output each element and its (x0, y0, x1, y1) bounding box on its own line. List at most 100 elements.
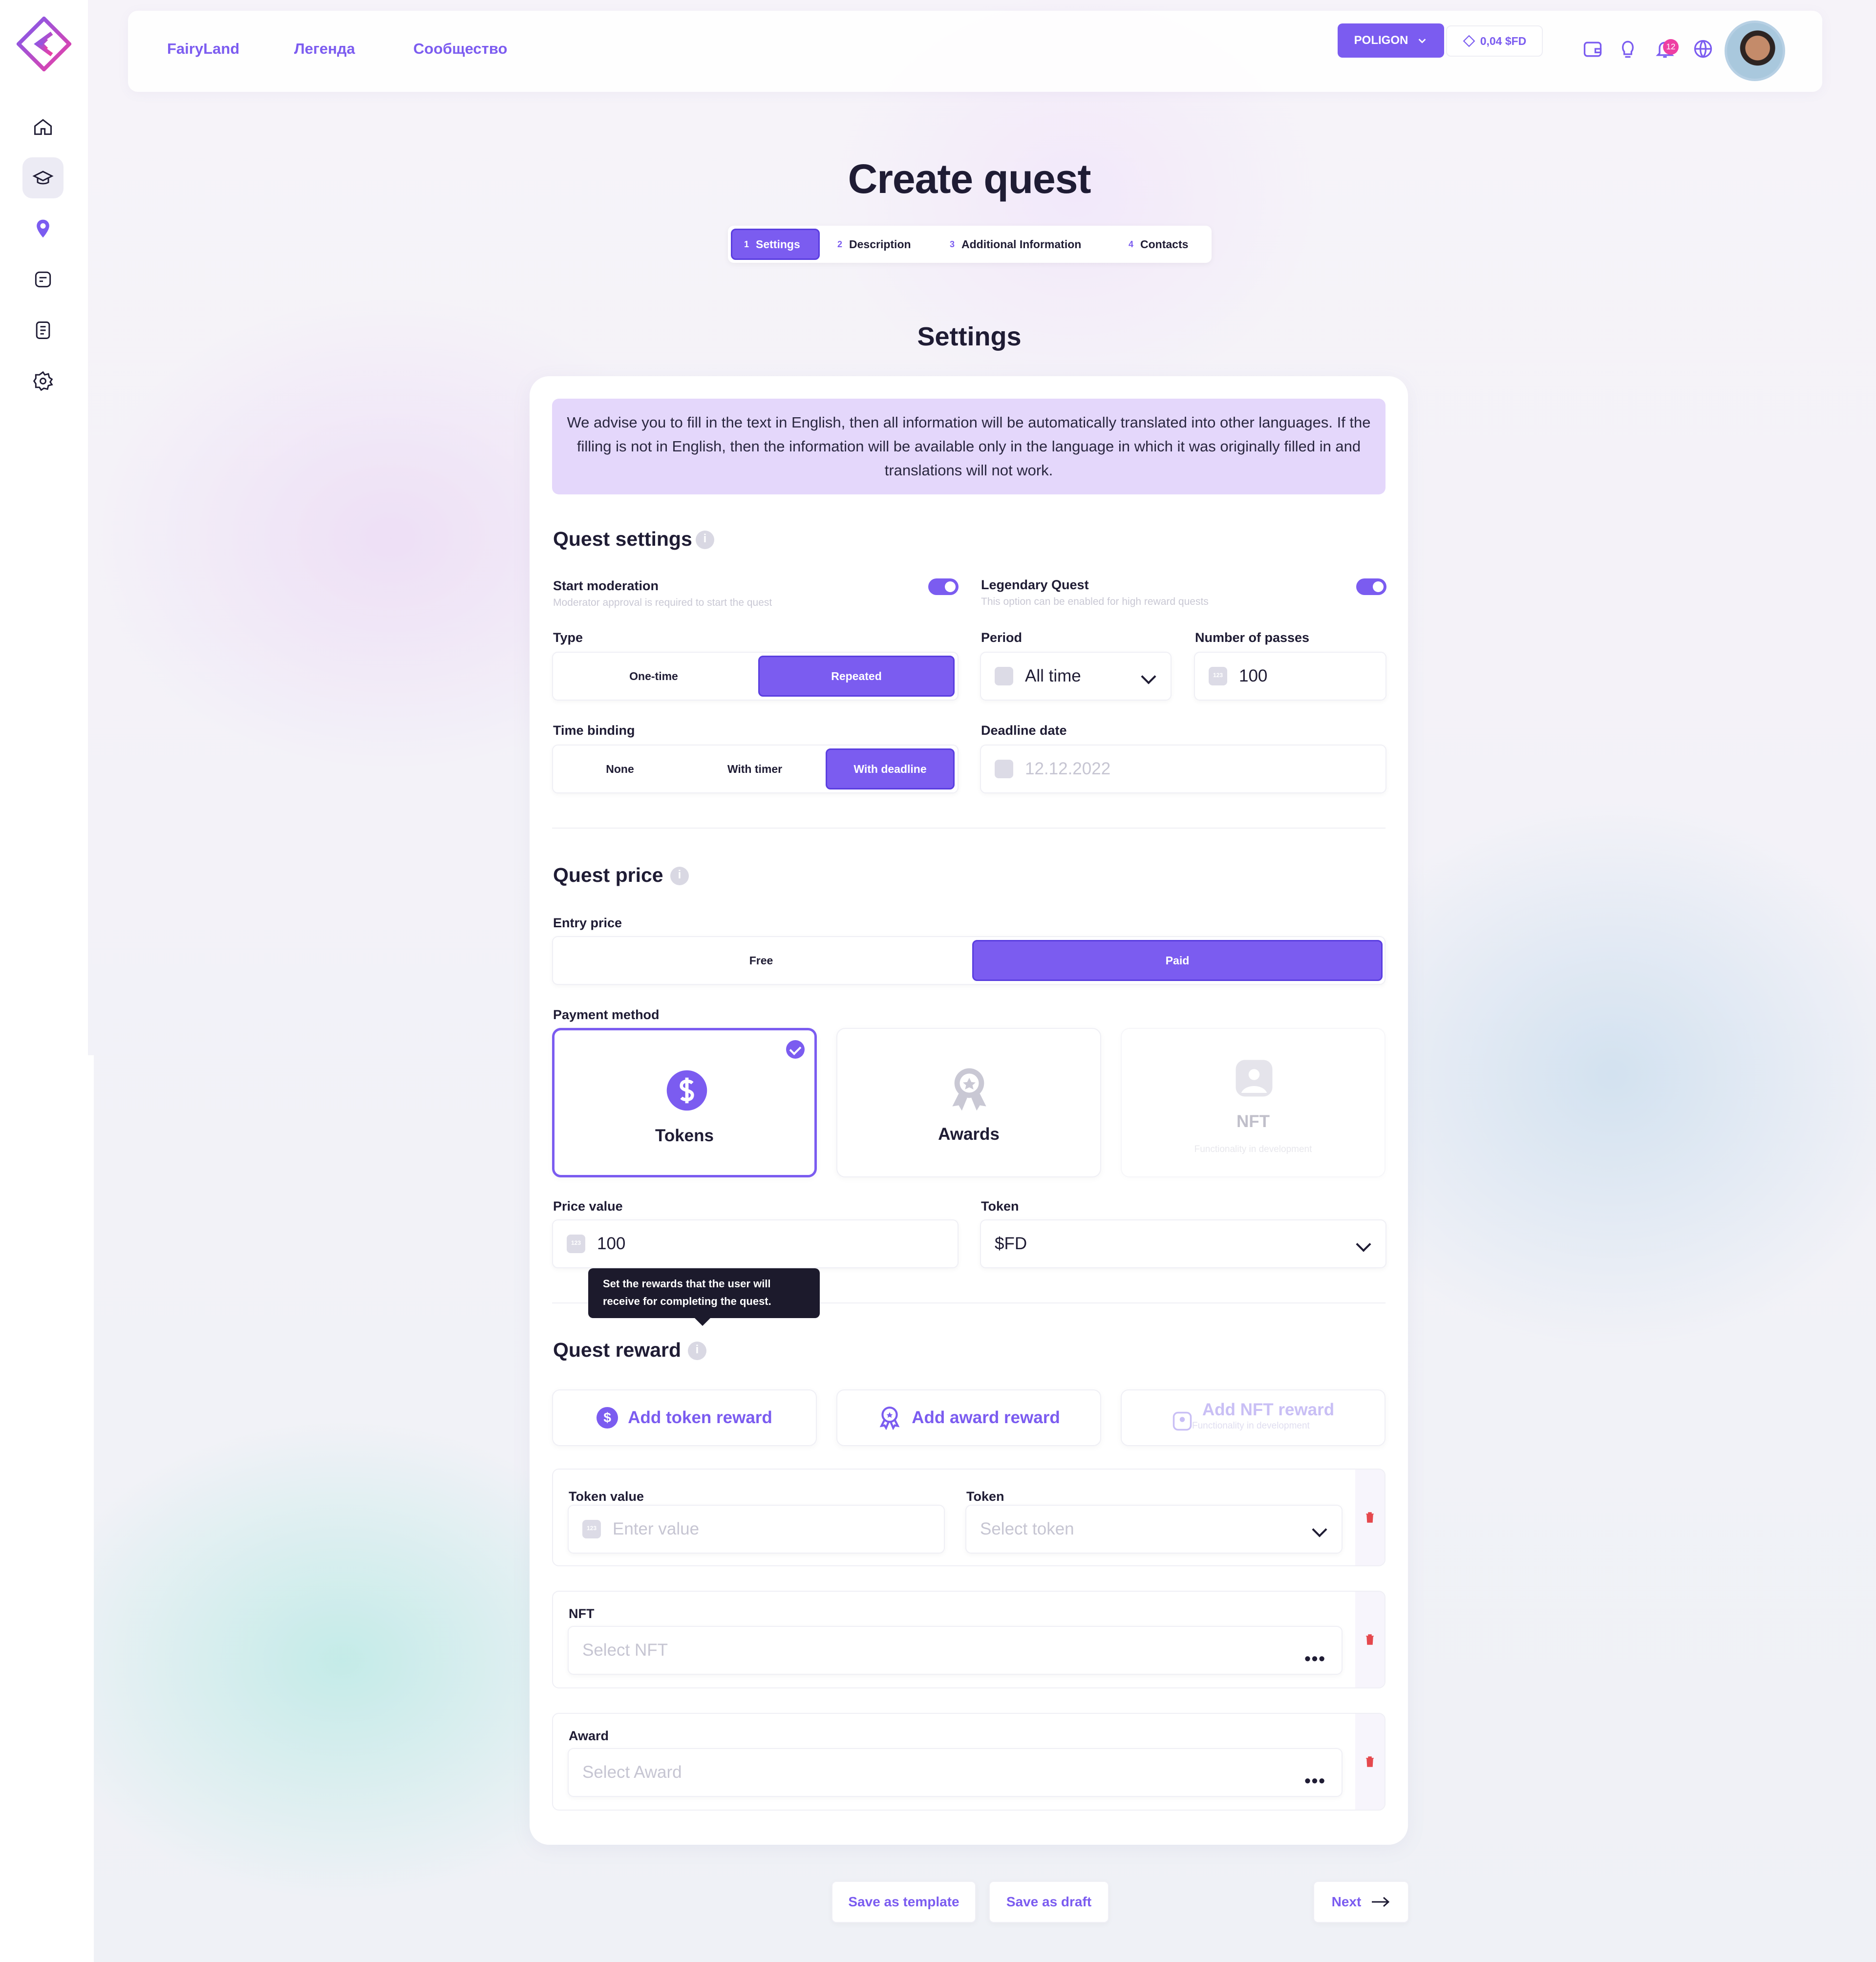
payment-tokens[interactable]: Tokens (552, 1028, 817, 1177)
globe-icon[interactable] (1692, 38, 1714, 60)
divider (552, 828, 1386, 829)
nav-fairyland[interactable]: FairyLand (167, 40, 239, 58)
reward-tooltip: Set the rewards that the user will recei… (588, 1268, 820, 1326)
quest-icon (35, 271, 51, 288)
tab-description[interactable]: 2 Description (826, 229, 923, 260)
token-value-label: Token value (569, 1489, 644, 1504)
period-select[interactable]: All time (980, 652, 1172, 701)
add-token-reward-button[interactable]: $ Add token reward (552, 1389, 817, 1446)
price-value-input[interactable]: 100 (552, 1219, 959, 1268)
save-draft-button[interactable]: Save as draft (989, 1881, 1109, 1923)
award-label: Award (569, 1728, 609, 1743)
passes-input[interactable]: 100 (1194, 652, 1386, 701)
delete-nft-reward[interactable] (1355, 1592, 1385, 1687)
time-binding-deadline[interactable]: With deadline (826, 748, 955, 789)
top-header: FairyLand Легенда Сообщество (128, 11, 1822, 92)
payment-nft-label: NFT (1236, 1112, 1270, 1131)
number-icon (582, 1520, 601, 1538)
add-award-reward-button[interactable]: Add award reward (836, 1389, 1101, 1446)
entry-price-free[interactable]: Free (556, 940, 966, 981)
deadline-input[interactable]: 12.12.2022 (980, 745, 1386, 793)
payment-nft-sub: Functionality in development (1194, 1144, 1312, 1154)
lightbulb-icon[interactable] (1617, 38, 1639, 60)
sidebar-map[interactable] (22, 208, 64, 249)
period-value: All time (1025, 666, 1081, 685)
legendary-quest-toggle[interactable] (1356, 578, 1386, 595)
info-icon[interactable] (688, 1342, 706, 1360)
network-label: POLIGON (1354, 34, 1408, 47)
nav-community[interactable]: Сообщество (413, 40, 507, 58)
type-label: Type (553, 630, 583, 645)
start-moderation-hint: Moderator approval is required to start … (553, 597, 772, 608)
time-binding-none[interactable]: None (556, 748, 684, 789)
info-icon[interactable] (670, 867, 689, 885)
tab-contacts[interactable]: 4 Contacts (1117, 229, 1200, 260)
step-number: 3 (950, 239, 955, 249)
price-value: 100 (597, 1234, 626, 1253)
image-icon (1172, 1411, 1192, 1431)
type-one-time[interactable]: One-time (556, 656, 751, 697)
period-label: Period (981, 630, 1023, 645)
sidebar-settings[interactable] (22, 361, 64, 402)
sidebar-quests[interactable] (22, 259, 64, 300)
token-value-placeholder: Enter value (613, 1519, 700, 1538)
step-number: 2 (837, 239, 843, 249)
start-moderation-label: Start moderation (553, 578, 659, 593)
number-icon (567, 1235, 585, 1253)
quest-reward-title: Quest reward (553, 1339, 682, 1361)
network-select[interactable]: POLIGON (1338, 23, 1444, 58)
step-tabs: 1 Settings 2 Description 3 Additional In… (728, 226, 1212, 263)
deadline-placeholder: 12.12.2022 (1025, 759, 1111, 778)
section-title: Settings (917, 322, 1022, 351)
step-number: 4 (1129, 239, 1134, 249)
chevron-down-icon (1418, 39, 1426, 43)
tab-additional-information[interactable]: 3 Additional Information (938, 229, 1093, 260)
entry-price-segmented: Free Paid (552, 936, 1386, 985)
nav-legend[interactable]: Легенда (294, 40, 355, 58)
entry-price-paid[interactable]: Paid (972, 940, 1383, 981)
token-select[interactable]: $FD (980, 1219, 1386, 1268)
type-repeated[interactable]: Repeated (758, 656, 955, 697)
award-ribbon-icon (879, 1407, 900, 1430)
delete-token-reward[interactable] (1355, 1470, 1385, 1565)
token-label: Token (981, 1199, 1019, 1214)
number-icon (1209, 667, 1227, 685)
info-icon[interactable] (696, 531, 714, 549)
payment-method-label: Payment method (553, 1007, 660, 1022)
calendar-icon (995, 760, 1013, 778)
time-binding-timer[interactable]: With timer (691, 748, 819, 789)
token-reward-block: Token value Token Enter value Select tok… (552, 1469, 1386, 1566)
step-label: Settings (756, 237, 800, 251)
step-label: Description (849, 237, 911, 251)
next-button[interactable]: Next (1313, 1881, 1409, 1923)
start-moderation-toggle[interactable] (928, 578, 959, 595)
more-icon: ••• (1304, 1770, 1326, 1791)
passes-value: 100 (1239, 666, 1268, 685)
step-number: 1 (744, 239, 749, 249)
balance-badge[interactable]: 0,04 $FD (1446, 25, 1543, 57)
award-reward-block: Award Select Award ••• (552, 1713, 1386, 1811)
tab-settings[interactable]: 1 Settings (731, 229, 820, 260)
award-select[interactable]: Select Award ••• (568, 1748, 1343, 1797)
nft-label: NFT (569, 1606, 595, 1621)
reward-token-select[interactable]: Select token (965, 1505, 1343, 1554)
time-binding-segmented: None With timer With deadline (552, 745, 959, 793)
quest-settings-title: Quest settings (553, 528, 692, 550)
wallet-icon[interactable] (1582, 38, 1603, 60)
user-avatar[interactable] (1725, 21, 1785, 81)
token-value-input[interactable]: Enter value (568, 1505, 945, 1554)
add-token-reward-label: Add token reward (628, 1408, 772, 1427)
page-title: Create quest (848, 156, 1091, 202)
sidebar-home[interactable] (22, 107, 64, 148)
save-template-button[interactable]: Save as template (831, 1881, 976, 1923)
delete-award-reward[interactable] (1355, 1714, 1385, 1810)
passes-label: Number of passes (1195, 630, 1310, 645)
nft-select[interactable]: Select NFT ••• (568, 1626, 1343, 1675)
next-label: Next (1331, 1894, 1362, 1909)
balance-value: 0,04 $FD (1480, 34, 1527, 47)
nft-placeholder: Select NFT (582, 1641, 668, 1660)
add-nft-reward-label: Add NFT reward (1202, 1400, 1335, 1419)
payment-awards[interactable]: Awards (836, 1028, 1101, 1177)
diamond-icon (1463, 35, 1475, 47)
app-logo[interactable] (17, 17, 71, 71)
